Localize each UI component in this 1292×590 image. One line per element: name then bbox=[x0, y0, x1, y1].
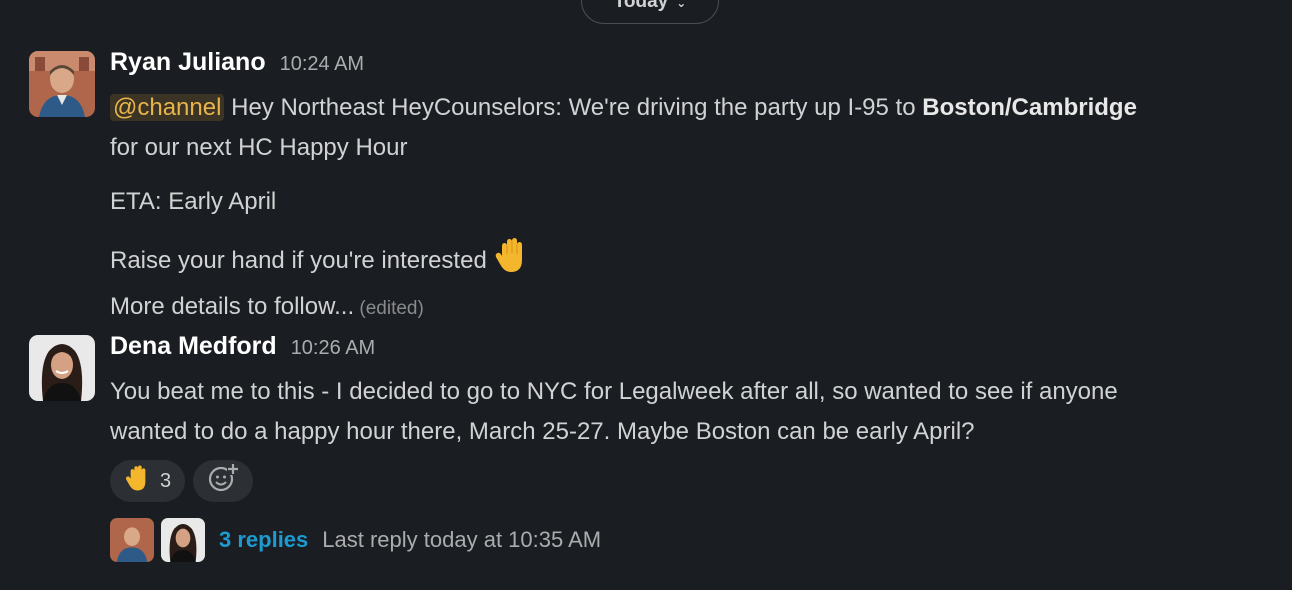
author-name[interactable]: Ryan Juliano bbox=[110, 48, 266, 77]
thread-replies-link[interactable]: 3 replies bbox=[219, 527, 308, 553]
timestamp[interactable]: 10:24 AM bbox=[280, 53, 365, 76]
thread-last-reply: Last reply today at 10:35 AM bbox=[322, 527, 602, 552]
avatar bbox=[110, 518, 154, 562]
chevron-down-icon: ⌄ bbox=[676, 0, 687, 10]
message-text: ETA: Early April bbox=[110, 188, 277, 215]
thread-summary[interactable]: 3 replies Last reply today at 10:35 AM bbox=[110, 518, 1272, 562]
message-text: Raise your hand if you're interested bbox=[110, 247, 494, 274]
reaction-count: 3 bbox=[160, 469, 172, 492]
message-text: for our next HC Happy Hour bbox=[110, 134, 408, 161]
day-divider[interactable]: Today ⌄ bbox=[581, 0, 719, 24]
message-text: More details to follow... bbox=[110, 293, 355, 320]
message-text: Hey Northeast HeyCounselors: We're drivi… bbox=[224, 94, 923, 121]
message-text: You beat me to this - I decided to go to… bbox=[110, 378, 1118, 405]
timestamp[interactable]: 10:26 AM bbox=[291, 337, 376, 360]
channel-mention[interactable]: @channel bbox=[110, 94, 225, 121]
message-bold-text: Boston/Cambridge bbox=[922, 94, 1137, 121]
raised-hand-icon bbox=[124, 464, 152, 498]
message-text: wanted to do a happy hour there, March 2… bbox=[110, 418, 975, 445]
author-name[interactable]: Dena Medford bbox=[110, 332, 277, 361]
edited-label: (edited) bbox=[354, 298, 424, 319]
add-reaction-icon bbox=[207, 462, 240, 500]
day-divider-label: Today bbox=[613, 0, 669, 12]
raised-hand-icon bbox=[493, 236, 531, 287]
avatar[interactable] bbox=[29, 335, 95, 401]
add-reaction-button[interactable] bbox=[193, 460, 254, 502]
avatar[interactable] bbox=[29, 51, 95, 117]
avatar bbox=[161, 518, 205, 562]
reaction-raised-hand[interactable]: 3 bbox=[110, 460, 186, 502]
